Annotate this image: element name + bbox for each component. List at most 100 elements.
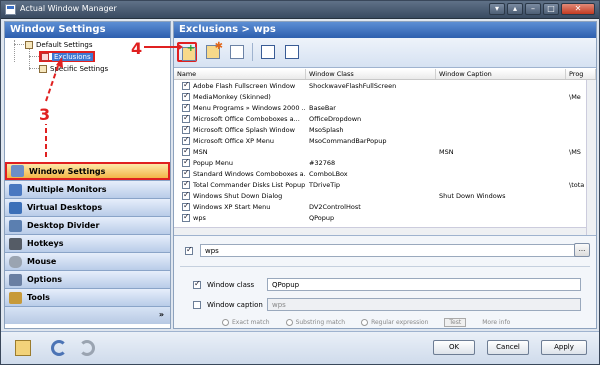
row-window-class: MsoSplash xyxy=(309,125,344,134)
nav-item-desktop-divider[interactable]: Desktop Divider xyxy=(5,216,170,234)
list-item[interactable]: Windows Shut Down Dialog Shut Down Window… xyxy=(174,190,596,201)
row-checkbox[interactable] xyxy=(182,213,190,222)
column-window-class[interactable]: Window Class xyxy=(306,69,436,79)
add-group-button[interactable]: ✱ xyxy=(203,42,223,62)
horizontal-scrollbar[interactable] xyxy=(174,227,586,235)
row-name: Microsoft Office Comboboxes a... xyxy=(193,114,300,123)
right-panel: Exclusions > wps + ✱ Name Window Class W… xyxy=(173,21,597,329)
window-caption-label: Window caption xyxy=(207,300,263,309)
column-window-caption[interactable]: Window Caption xyxy=(436,69,566,79)
row-checkbox[interactable] xyxy=(182,158,190,167)
maximize-icon[interactable]: □ xyxy=(543,3,559,15)
nav-item-label: Window Settings xyxy=(29,166,106,176)
list-item[interactable]: Menu Programs » Windows 2000 ...BaseBar xyxy=(174,102,596,113)
row-window-caption: MSN xyxy=(439,147,454,156)
nav-item-tools[interactable]: Tools xyxy=(5,288,170,306)
tree-item-default-settings[interactable]: Default Settings xyxy=(25,39,93,50)
list-item[interactable]: Popup Menu #32768 xyxy=(174,157,596,168)
list-item[interactable]: MSNMSN\MS xyxy=(174,146,596,157)
list-item[interactable]: Microsoft Office Splash Window MsoSplash xyxy=(174,124,596,135)
list-item[interactable]: Windows XP Start Menu DV2ControlHost xyxy=(174,201,596,212)
nav-item-window-settings[interactable]: Window Settings xyxy=(5,162,170,180)
row-checkbox[interactable] xyxy=(182,114,190,123)
pattern-enabled-checkbox[interactable] xyxy=(185,245,193,255)
browse-button[interactable]: ... xyxy=(574,243,590,257)
keyboard-icon xyxy=(9,237,22,250)
nav-item-multiple-monitors[interactable]: Multiple Monitors xyxy=(5,180,170,198)
row-checkbox[interactable] xyxy=(182,136,190,145)
row-checkbox[interactable] xyxy=(182,103,190,112)
pattern-name-input[interactable]: wps xyxy=(200,244,580,257)
row-checkbox[interactable] xyxy=(182,81,190,90)
row-name: Total Commander Disks List Popup xyxy=(193,180,306,189)
window-caption-input[interactable]: wps xyxy=(267,298,581,311)
row-window-class: TDriveTip xyxy=(309,180,341,189)
column-name[interactable]: Name xyxy=(174,69,306,79)
column-program[interactable]: Prog xyxy=(566,69,596,79)
help-icon[interactable] xyxy=(15,340,31,356)
minimize-icon[interactable]: – xyxy=(525,3,541,15)
list-item[interactable]: Standard Windows Comboboxes a...ComboLBo… xyxy=(174,168,596,179)
left-panel-header: Window Settings xyxy=(5,22,170,38)
row-window-class: DV2ControlHost xyxy=(309,202,361,211)
pin-icon[interactable]: ▾ xyxy=(489,3,505,15)
nav-more-button[interactable]: » xyxy=(5,306,170,324)
window-caption-checkbox[interactable] xyxy=(193,300,201,309)
nav-item-virtual-desktops[interactable]: Virtual Desktops xyxy=(5,198,170,216)
list-header: Name Window Class Window Caption Prog xyxy=(174,69,596,80)
row-checkbox[interactable] xyxy=(182,125,190,134)
nav-item-mouse[interactable]: Mouse xyxy=(5,252,170,270)
nav-item-options[interactable]: Options xyxy=(5,270,170,288)
check-all-button[interactable] xyxy=(258,42,278,62)
list-rows: Adobe Flash Fullscreen Window ShockwaveFl… xyxy=(174,80,596,223)
ok-button[interactable]: OK xyxy=(433,340,475,355)
pattern-row: wps xyxy=(180,244,580,257)
copy-button[interactable] xyxy=(227,42,247,62)
list-item[interactable]: Adobe Flash Fullscreen Window ShockwaveFl… xyxy=(174,80,596,91)
desktops-icon xyxy=(9,201,22,214)
apply-button[interactable]: Apply xyxy=(541,340,587,355)
nav-list: Window Settings Multiple Monitors Virtua… xyxy=(5,162,170,324)
annotation-step-4: 4 xyxy=(131,39,143,58)
row-window-class: OfficeDropdown xyxy=(309,114,362,123)
window-class-input[interactable]: QPopup xyxy=(267,278,581,291)
row-checkbox[interactable] xyxy=(182,169,190,178)
window-class-checkbox[interactable] xyxy=(193,279,201,289)
row-checkbox[interactable] xyxy=(182,147,190,156)
row-checkbox[interactable] xyxy=(182,92,190,101)
list-item[interactable]: wps QPopup xyxy=(174,212,596,223)
row-window-class: #32768 xyxy=(309,158,336,167)
exclusion-editor: wps ... Window class QPopup Window capti… xyxy=(174,235,596,328)
nav-item-hotkeys[interactable]: Hotkeys xyxy=(5,234,170,252)
row-window-caption: Shut Down Windows xyxy=(439,191,506,200)
redo-icon[interactable] xyxy=(79,340,95,356)
row-name: Popup Menu xyxy=(193,158,233,167)
row-checkbox[interactable] xyxy=(182,191,190,200)
undo-icon[interactable] xyxy=(51,340,67,356)
tree-item-label: Specific Settings xyxy=(50,64,109,73)
cancel-button[interactable]: Cancel xyxy=(487,340,529,355)
list-item[interactable]: Microsoft Office Comboboxes a... OfficeDr… xyxy=(174,113,596,124)
add-exclusion-button[interactable]: + xyxy=(177,42,197,62)
uncheck-all-button[interactable] xyxy=(282,42,302,62)
test-button[interactable]: Test xyxy=(444,318,467,327)
rollup-icon[interactable]: ▴ xyxy=(507,3,523,15)
more-info-link[interactable]: More info xyxy=(482,319,510,326)
vertical-scrollbar[interactable] xyxy=(586,80,596,235)
close-icon[interactable]: ✕ xyxy=(561,3,595,15)
radio-exact-match[interactable]: Exact match xyxy=(222,319,270,326)
row-window-class: QPopup xyxy=(309,213,335,222)
tree-item-specific-settings[interactable]: Specific Settings xyxy=(39,63,108,74)
tree-item-label: Exclusions xyxy=(52,52,93,61)
tree-item-exclusions[interactable]: Exclusions xyxy=(39,51,95,62)
row-checkbox[interactable] xyxy=(182,202,190,211)
list-item[interactable]: MediaMonkey (Skinned)\Me xyxy=(174,91,596,102)
row-name: Windows Shut Down Dialog xyxy=(193,191,283,200)
list-item[interactable]: Total Commander Disks List PopupTDriveTi… xyxy=(174,179,596,190)
radio-regular-expression[interactable]: Regular expression xyxy=(361,319,428,326)
window-controls: ▾ ▴ – □ ✕ xyxy=(489,3,595,15)
list-item[interactable]: Microsoft Office XP Menu MsoCommandBarPop… xyxy=(174,135,596,146)
radio-dot xyxy=(222,319,229,326)
row-checkbox[interactable] xyxy=(182,180,190,189)
radio-substring-match[interactable]: Substring match xyxy=(285,319,345,326)
